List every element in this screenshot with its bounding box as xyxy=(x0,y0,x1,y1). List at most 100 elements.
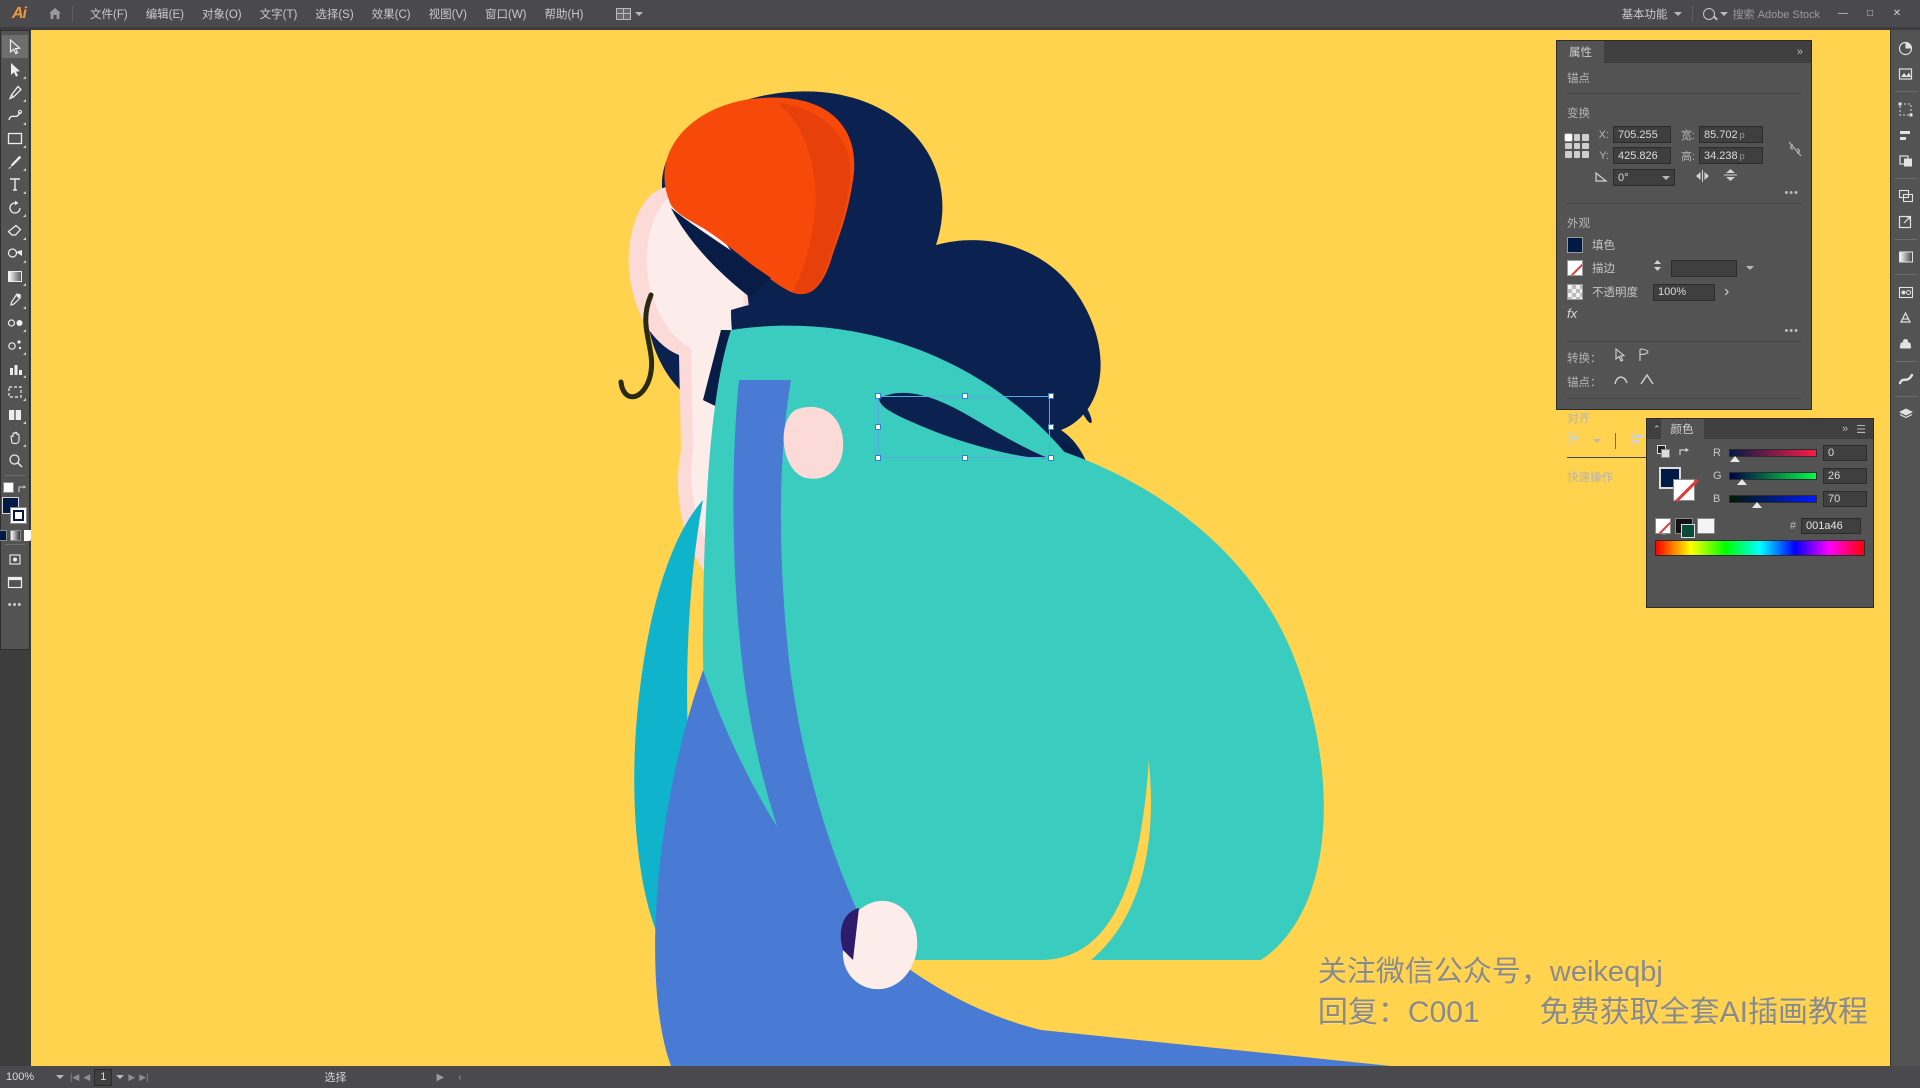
gradient-tool[interactable] xyxy=(2,265,28,288)
tab-color[interactable]: 颜色 xyxy=(1660,419,1704,439)
symbols-panel-icon[interactable] xyxy=(1893,332,1919,356)
shape-builder-tool[interactable] xyxy=(2,242,28,265)
convert-to-shape-icon[interactable] xyxy=(1637,348,1651,368)
home-icon[interactable] xyxy=(38,0,72,27)
artboards-panel-icon[interactable] xyxy=(1893,184,1919,208)
selection-handle-br[interactable] xyxy=(1048,455,1054,461)
gradient-panel-icon[interactable] xyxy=(1893,245,1919,269)
panel-menu-icon[interactable]: ☰ xyxy=(1856,423,1866,436)
screen-mode-icon[interactable] xyxy=(2,571,28,594)
chevron-down-icon[interactable] xyxy=(56,1075,64,1079)
slice-tool[interactable] xyxy=(2,403,28,426)
appearance-more-button[interactable]: ••• xyxy=(1557,325,1811,337)
rectangle-tool[interactable] xyxy=(2,127,28,150)
zoom-level-input[interactable]: 100% xyxy=(0,1071,56,1083)
paintbrush-tool[interactable] xyxy=(2,150,28,173)
symbol-sprayer-tool[interactable] xyxy=(2,334,28,357)
first-artboard-button[interactable]: |◀ xyxy=(70,1072,79,1083)
fill-color-swatch[interactable] xyxy=(1567,237,1583,253)
align-to-selector[interactable] xyxy=(1567,431,1583,451)
maximize-button[interactable]: □ xyxy=(1857,4,1883,24)
zoom-tool[interactable] xyxy=(2,449,28,472)
double-chevron-right-icon[interactable]: » xyxy=(1842,423,1848,435)
appearance-panel-icon[interactable] xyxy=(1893,280,1919,304)
play-icon[interactable]: ▶ xyxy=(437,1072,445,1083)
current-color-chip[interactable] xyxy=(1681,523,1695,538)
menu-item-edit[interactable]: 编辑(E) xyxy=(137,2,193,26)
type-tool[interactable] xyxy=(2,173,28,196)
column-graph-tool[interactable] xyxy=(2,357,28,380)
prev-artboard-button[interactable]: ◀ xyxy=(83,1072,90,1083)
transform-more-button[interactable]: ••• xyxy=(1557,187,1811,199)
chevron-down-icon[interactable] xyxy=(1593,439,1601,443)
angle-input[interactable]: 0° xyxy=(1613,169,1675,186)
selection-bounding-box[interactable] xyxy=(875,393,1054,461)
fx-button[interactable]: fx xyxy=(1557,304,1811,325)
hex-input[interactable]: 001a46 xyxy=(1801,518,1861,534)
eyedropper-tool[interactable] xyxy=(2,288,28,311)
color-mode-icon[interactable] xyxy=(0,530,7,541)
tab-properties[interactable]: 属性 xyxy=(1557,41,1604,63)
convert-to-anchor-icon[interactable] xyxy=(1613,347,1627,368)
curvature-tool[interactable] xyxy=(2,104,28,127)
swap-fill-stroke-icon[interactable] xyxy=(17,482,28,493)
direct-selection-tool[interactable] xyxy=(2,58,28,81)
export-panel-icon[interactable] xyxy=(1893,210,1919,234)
pathfinder-panel-icon[interactable] xyxy=(1893,149,1919,173)
chevron-down-icon[interactable] xyxy=(1746,266,1754,270)
gradient-mode-icon[interactable] xyxy=(9,530,21,541)
color-guide-panel-icon[interactable] xyxy=(1893,36,1919,60)
rotate-tool[interactable] xyxy=(2,196,28,219)
layers-panel-icon[interactable] xyxy=(1893,402,1919,426)
reference-point-selector[interactable] xyxy=(1564,133,1589,158)
align-left-icon[interactable] xyxy=(1630,432,1646,451)
next-artboard-button[interactable]: ▶ xyxy=(128,1072,135,1083)
g-value[interactable]: 26 xyxy=(1823,468,1867,484)
artboard-tool[interactable] xyxy=(2,380,28,403)
menu-item-type[interactable]: 文字(T) xyxy=(251,2,307,26)
selection-handle-bm[interactable] xyxy=(962,455,968,461)
stroke-weight-stepper[interactable] xyxy=(1653,259,1662,277)
default-fill-stroke-icon[interactable] xyxy=(2,482,14,493)
image-trace-panel-icon[interactable] xyxy=(1893,62,1919,86)
toolbar-more-button[interactable]: ••• xyxy=(8,599,23,611)
brushes-panel-icon[interactable] xyxy=(1893,367,1919,391)
menu-item-select[interactable]: 选择(S) xyxy=(306,2,362,26)
height-input[interactable]: 34.238 p xyxy=(1699,147,1763,164)
menu-item-object[interactable]: 对象(O) xyxy=(193,2,251,26)
chevron-down-icon[interactable] xyxy=(116,1075,125,1079)
selection-tool[interactable] xyxy=(2,35,28,58)
width-input[interactable]: 85.702 p xyxy=(1699,126,1763,143)
blend-tool[interactable] xyxy=(2,311,28,334)
white-swatch[interactable] xyxy=(1697,518,1715,534)
menu-item-view[interactable]: 视图(V) xyxy=(420,2,476,26)
y-input[interactable]: 425.826 xyxy=(1613,147,1671,164)
selection-handle-mr[interactable] xyxy=(1048,424,1054,430)
align-panel-icon[interactable] xyxy=(1893,123,1919,147)
selection-handle-tl[interactable] xyxy=(875,393,881,399)
selection-handle-bl[interactable] xyxy=(875,455,881,461)
none-swatch[interactable] xyxy=(1655,518,1671,534)
menu-item-effect[interactable]: 效果(C) xyxy=(363,2,420,26)
x-input[interactable]: 705.255 xyxy=(1613,126,1671,143)
color-panel-stroke-swatch[interactable] xyxy=(1673,479,1695,501)
panel-collapse-icon[interactable]: ⌃ xyxy=(1647,424,1661,435)
stroke-weight-input[interactable] xyxy=(1671,259,1737,277)
hand-tool[interactable] xyxy=(2,426,28,449)
color-spectrum-bar[interactable] xyxy=(1655,540,1865,556)
menu-item-file[interactable]: 文件(F) xyxy=(81,2,137,26)
flip-horizontal-icon[interactable] xyxy=(1694,169,1711,187)
r-value[interactable]: 0 xyxy=(1823,445,1867,461)
drawing-modes-icon[interactable] xyxy=(2,548,28,571)
current-tool-label[interactable]: 选择 xyxy=(325,1069,347,1085)
b-slider[interactable] xyxy=(1729,495,1817,508)
opacity-input[interactable]: 100% xyxy=(1653,283,1715,301)
stroke-color-swatch[interactable] xyxy=(1567,260,1583,276)
transform-panel-icon[interactable] xyxy=(1893,97,1919,121)
graphic-styles-panel-icon[interactable] xyxy=(1893,306,1919,330)
flip-vertical-icon[interactable] xyxy=(1724,168,1737,187)
menu-item-window[interactable]: 窗口(W) xyxy=(476,2,536,26)
workspace-switcher[interactable]: 基本功能 xyxy=(1622,6,1682,22)
last-artboard-button[interactable]: ▶| xyxy=(139,1072,148,1083)
minimize-button[interactable]: — xyxy=(1830,4,1856,24)
